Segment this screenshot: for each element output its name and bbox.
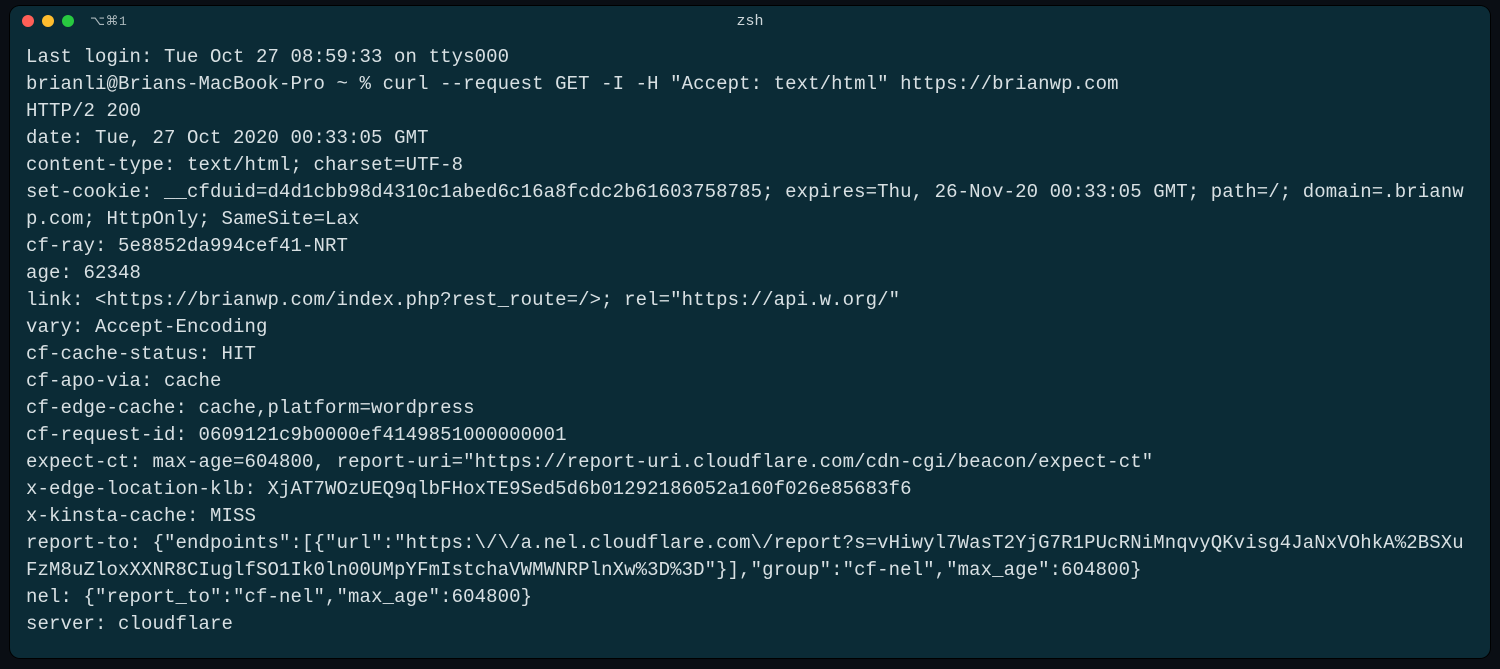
header-key-cf-apo-via: cf-apo-via: [26, 370, 153, 392]
tab-label: ⌥⌘1 [90, 14, 127, 29]
header-val-cf-request-id: 0609121c9b0000ef4149851000000001 [187, 424, 567, 446]
close-icon[interactable] [22, 15, 34, 27]
header-val-age: 62348 [72, 262, 141, 284]
header-val-cf-apo-via: cache [153, 370, 222, 392]
http-status-line: HTTP/2 200 [26, 100, 141, 122]
header-key-cf-ray: cf-ray: [26, 235, 107, 257]
header-val-content-type: text/html; charset=UTF-8 [176, 154, 464, 176]
header-key-content-type: content-type: [26, 154, 176, 176]
header-val-cf-edge-cache: cache,platform=wordpress [187, 397, 475, 419]
header-val-nel: {"report_to":"cf-nel","max_age":604800} [72, 586, 532, 608]
window-title: zsh [736, 13, 763, 30]
header-key-report-to: report-to: [26, 532, 141, 554]
terminal-window: ⌥⌘1 zsh Last login: Tue Oct 27 08:59:33 … [10, 6, 1490, 658]
header-key-set-cookie: set-cookie: [26, 181, 153, 203]
maximize-icon[interactable] [62, 15, 74, 27]
header-val-date: Tue, 27 Oct 2020 00:33:05 GMT [84, 127, 429, 149]
window-controls [22, 15, 74, 27]
header-key-cf-request-id: cf-request-id: [26, 424, 187, 446]
header-key-cf-edge-cache: cf-edge-cache: [26, 397, 187, 419]
titlebar: ⌥⌘1 zsh [10, 6, 1490, 36]
header-key-cf-cache-status: cf-cache-status: [26, 343, 210, 365]
header-key-x-kinsta-cache: x-kinsta-cache: [26, 505, 199, 527]
last-login-line: Last login: Tue Oct 27 08:59:33 on ttys0… [26, 46, 509, 68]
shell-prompt: brianli@Brians-MacBook-Pro ~ % [26, 73, 383, 95]
command-text: curl --request GET -I -H "Accept: text/h… [383, 73, 1119, 95]
header-val-report-to: {"endpoints":[{"url":"https:\/\/a.nel.cl… [26, 532, 1464, 581]
header-key-x-edge-location-klb: x-edge-location-klb: [26, 478, 256, 500]
header-key-nel: nel: [26, 586, 72, 608]
header-val-set-cookie: __cfduid=d4d1cbb98d4310c1abed6c16a8fcdc2… [26, 181, 1464, 230]
header-key-date: date: [26, 127, 84, 149]
header-key-server: server: [26, 613, 107, 635]
header-val-x-edge-location-klb: XjAT7WOzUEQ9qlbFHoxTE9Sed5d6b01292186052… [256, 478, 912, 500]
header-val-x-kinsta-cache: MISS [199, 505, 257, 527]
header-key-age: age: [26, 262, 72, 284]
header-val-cf-ray: 5e8852da994cef41-NRT [107, 235, 349, 257]
header-val-vary: Accept-Encoding [84, 316, 268, 338]
terminal-content[interactable]: Last login: Tue Oct 27 08:59:33 on ttys0… [10, 36, 1490, 654]
header-key-link: link: [26, 289, 84, 311]
header-val-server: cloudflare [107, 613, 234, 635]
header-val-expect-ct: max-age=604800, report-uri="https://repo… [141, 451, 1153, 473]
header-val-cf-cache-status: HIT [210, 343, 256, 365]
header-key-vary: vary: [26, 316, 84, 338]
header-key-expect-ct: expect-ct: [26, 451, 141, 473]
minimize-icon[interactable] [42, 15, 54, 27]
header-val-link: <https://brianwp.com/index.php?rest_rout… [84, 289, 901, 311]
